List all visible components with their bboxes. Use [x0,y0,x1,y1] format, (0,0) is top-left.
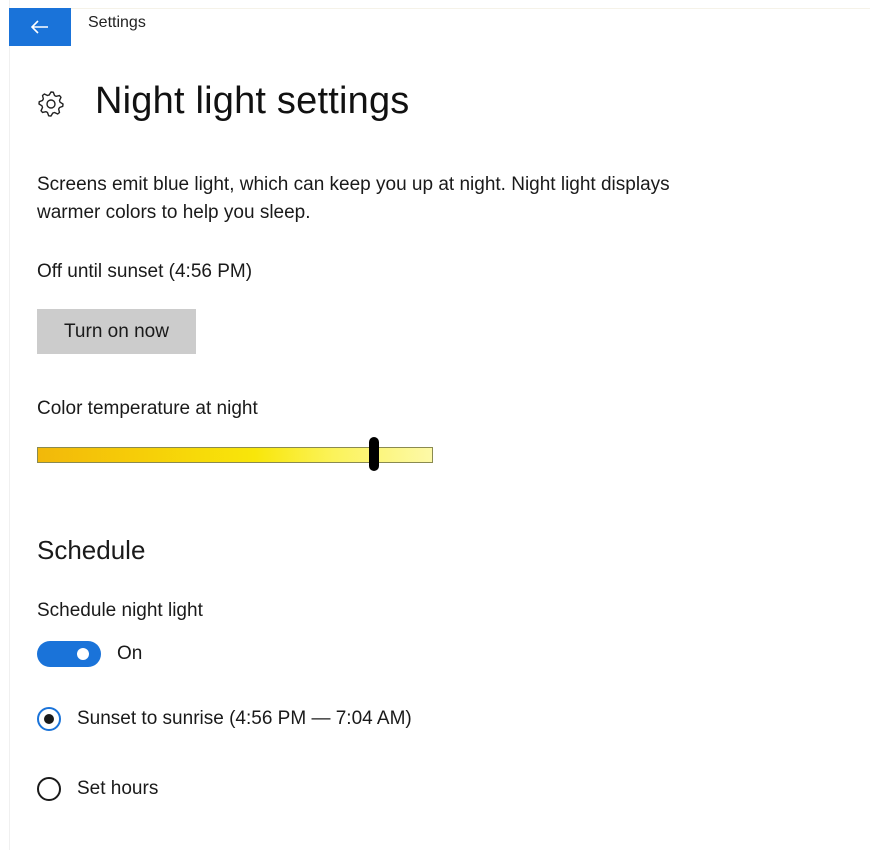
schedule-night-light-label: Schedule night light [37,600,203,621]
radio-dot [44,714,54,724]
schedule-heading: Schedule [37,535,146,565]
description-text: Screens emit blue light, which can keep … [37,174,670,223]
page-title: Night light settings [95,80,410,122]
toggle-knob [77,648,89,660]
window-edge [9,0,10,850]
window-edge-top [9,8,870,9]
toggle-state-label: On [117,643,143,664]
back-arrow-icon [31,20,49,34]
color-temperature-slider-thumb[interactable] [368,437,379,471]
radio-option-sunset-to-sunrise[interactable]: Sunset to sunrise (4:56 PM — 7:04 AM) [37,704,412,734]
radio-button-selected[interactable] [37,707,61,731]
radio-label-sunset-to-sunrise: Sunset to sunrise (4:56 PM — 7:04 AM) [77,708,412,729]
back-button[interactable] [9,8,71,46]
turn-on-now-button[interactable]: Turn on now [37,309,196,354]
radio-option-set-hours[interactable]: Set hours [37,774,158,804]
color-temperature-label: Color temperature at night [37,398,258,419]
settings-window: Settings Night light settings Screens em… [0,0,870,850]
schedule-toggle[interactable] [37,641,101,667]
radio-label-set-hours: Set hours [77,778,159,799]
app-title: Settings [88,14,146,31]
gear-icon [37,90,65,118]
night-light-status: Off until sunset (4:56 PM) [37,261,253,282]
radio-button[interactable] [37,777,61,801]
